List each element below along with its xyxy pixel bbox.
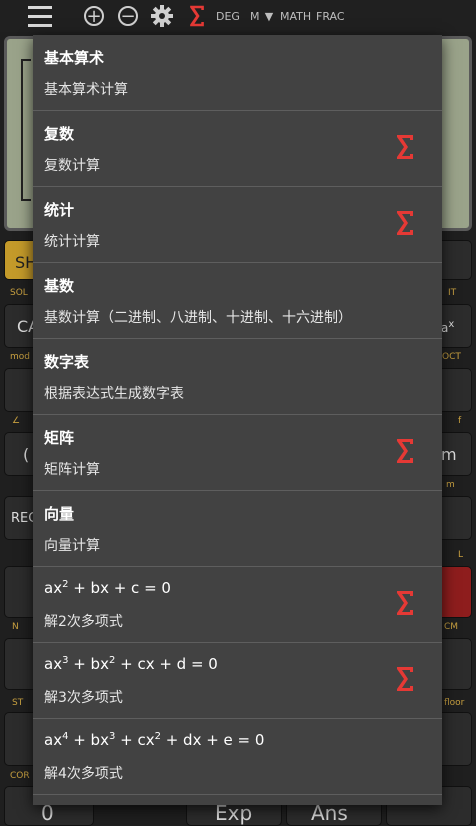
mode-menu: 基本算术基本算术计算 复数复数计算统计统计计算基数基数计算（二进制、八进制、十进制…	[33, 35, 442, 805]
mod-label: mod	[10, 352, 30, 362]
menu-item[interactable]: ax3 + bx2 + cx + d = 0 解3次多项式	[33, 643, 442, 719]
angle-mode[interactable]: DEG	[216, 8, 240, 24]
ax-key-label: ax	[441, 319, 455, 335]
menu-item-subtitle: 基数计算（二进制、八进制、十进制、十六进制）	[44, 310, 352, 326]
l-label: L	[458, 550, 464, 560]
menu-item-subtitle: 根据表达式生成数字表	[44, 386, 184, 402]
hamburger-icon[interactable]	[26, 4, 54, 28]
menu-item[interactable]: 向量 向量计算	[33, 491, 442, 567]
math-mode[interactable]: MATH	[280, 8, 311, 24]
m-label: m	[446, 480, 455, 490]
equation-part: + bx	[68, 655, 109, 673]
menu-item-subtitle: 复数计算	[44, 158, 100, 174]
menu-item[interactable]: 矩阵 矩阵计算	[33, 415, 442, 491]
floor-label: floor	[444, 698, 465, 708]
menu-item-title: 矩阵	[44, 429, 75, 447]
equation-part: + cx	[115, 731, 155, 749]
menu-item-title: 基本算术	[44, 49, 105, 67]
menu-item-title: 数字表	[44, 353, 90, 371]
gear-icon[interactable]	[149, 4, 175, 28]
equation-part: ax	[44, 655, 63, 673]
menu-item[interactable]: 统计 统计计算	[33, 187, 442, 263]
equation-part: ax	[44, 731, 63, 749]
sigma-icon[interactable]	[186, 4, 208, 28]
sigma-icon	[395, 665, 415, 693]
plus-circle-icon[interactable]: +	[82, 4, 106, 28]
menu-item[interactable]: 基数基数计算（二进制、八进制、十进制、十六进制）	[33, 263, 442, 339]
display-bracket	[21, 59, 31, 201]
menu-item-title: ax2 + bx + c = 0	[44, 579, 171, 597]
menu-item-subtitle: 统计计算	[44, 234, 100, 250]
equation-part: + cx + d = 0	[115, 655, 218, 673]
sigma-icon	[395, 133, 415, 161]
menu-item[interactable]: 基本算术基本算术计算	[33, 35, 442, 111]
menu-item-title: 复数	[44, 125, 75, 143]
m-key-label: m	[441, 445, 457, 464]
menu-item-subtitle: 矩阵计算	[44, 462, 100, 478]
menu-item-subtitle: 基本算术计算	[44, 82, 128, 98]
sigma-icon	[395, 209, 415, 237]
equation-part: ax	[44, 579, 63, 597]
sigma-icon	[395, 589, 415, 617]
cm-label: CM	[444, 622, 459, 632]
menu-item-title: ax3 + bx2 + cx + d = 0	[44, 655, 218, 673]
sol-label: SOL	[10, 288, 28, 298]
toolbar: + − DEG M ▼ MATH FRAC	[0, 0, 476, 32]
menu-item[interactable]: ax2 + bx + c = 0 解2次多项式	[33, 567, 442, 643]
menu-item[interactable]: 复数 复数计算	[33, 111, 442, 187]
menu-item[interactable]: ax4 + bx3 + cx2 + dx + e = 0 解4次多项式	[33, 719, 442, 795]
menu-item[interactable]: 数字表根据表达式生成数字表	[33, 339, 442, 415]
menu-item-subtitle: 解2次多项式	[44, 614, 123, 630]
open-paren-label: (	[23, 445, 30, 464]
it-label: IT	[448, 288, 457, 298]
menu-item-subtitle: 解3次多项式	[44, 690, 123, 706]
cor-label: COR	[10, 771, 30, 781]
frac-mode[interactable]: FRAC	[316, 8, 345, 24]
f-label: f	[458, 416, 462, 426]
memory-indicator: M	[250, 9, 260, 23]
menu-item-title: 统计	[44, 201, 75, 219]
equation-part: + bx + c = 0	[68, 579, 171, 597]
menu-item-title: 向量	[44, 505, 75, 523]
equation-part: + dx + e = 0	[160, 731, 265, 749]
caret-down-icon[interactable]: ▼	[262, 8, 276, 24]
menu-item-title: ax4 + bx3 + cx2 + dx + e = 0	[44, 731, 264, 749]
menu-item-subtitle: 解4次多项式	[44, 766, 123, 782]
menu-item-subtitle: 向量计算	[44, 538, 100, 554]
angle-label: ∠	[12, 416, 21, 426]
menu-item-title: 基数	[44, 277, 75, 295]
n-label: N	[12, 622, 19, 632]
st-label: ST	[12, 698, 24, 708]
minus-circle-icon[interactable]: −	[116, 4, 140, 28]
sigma-icon	[395, 437, 415, 465]
oct-label: OCT	[442, 352, 461, 362]
equation-part: + bx	[68, 731, 109, 749]
